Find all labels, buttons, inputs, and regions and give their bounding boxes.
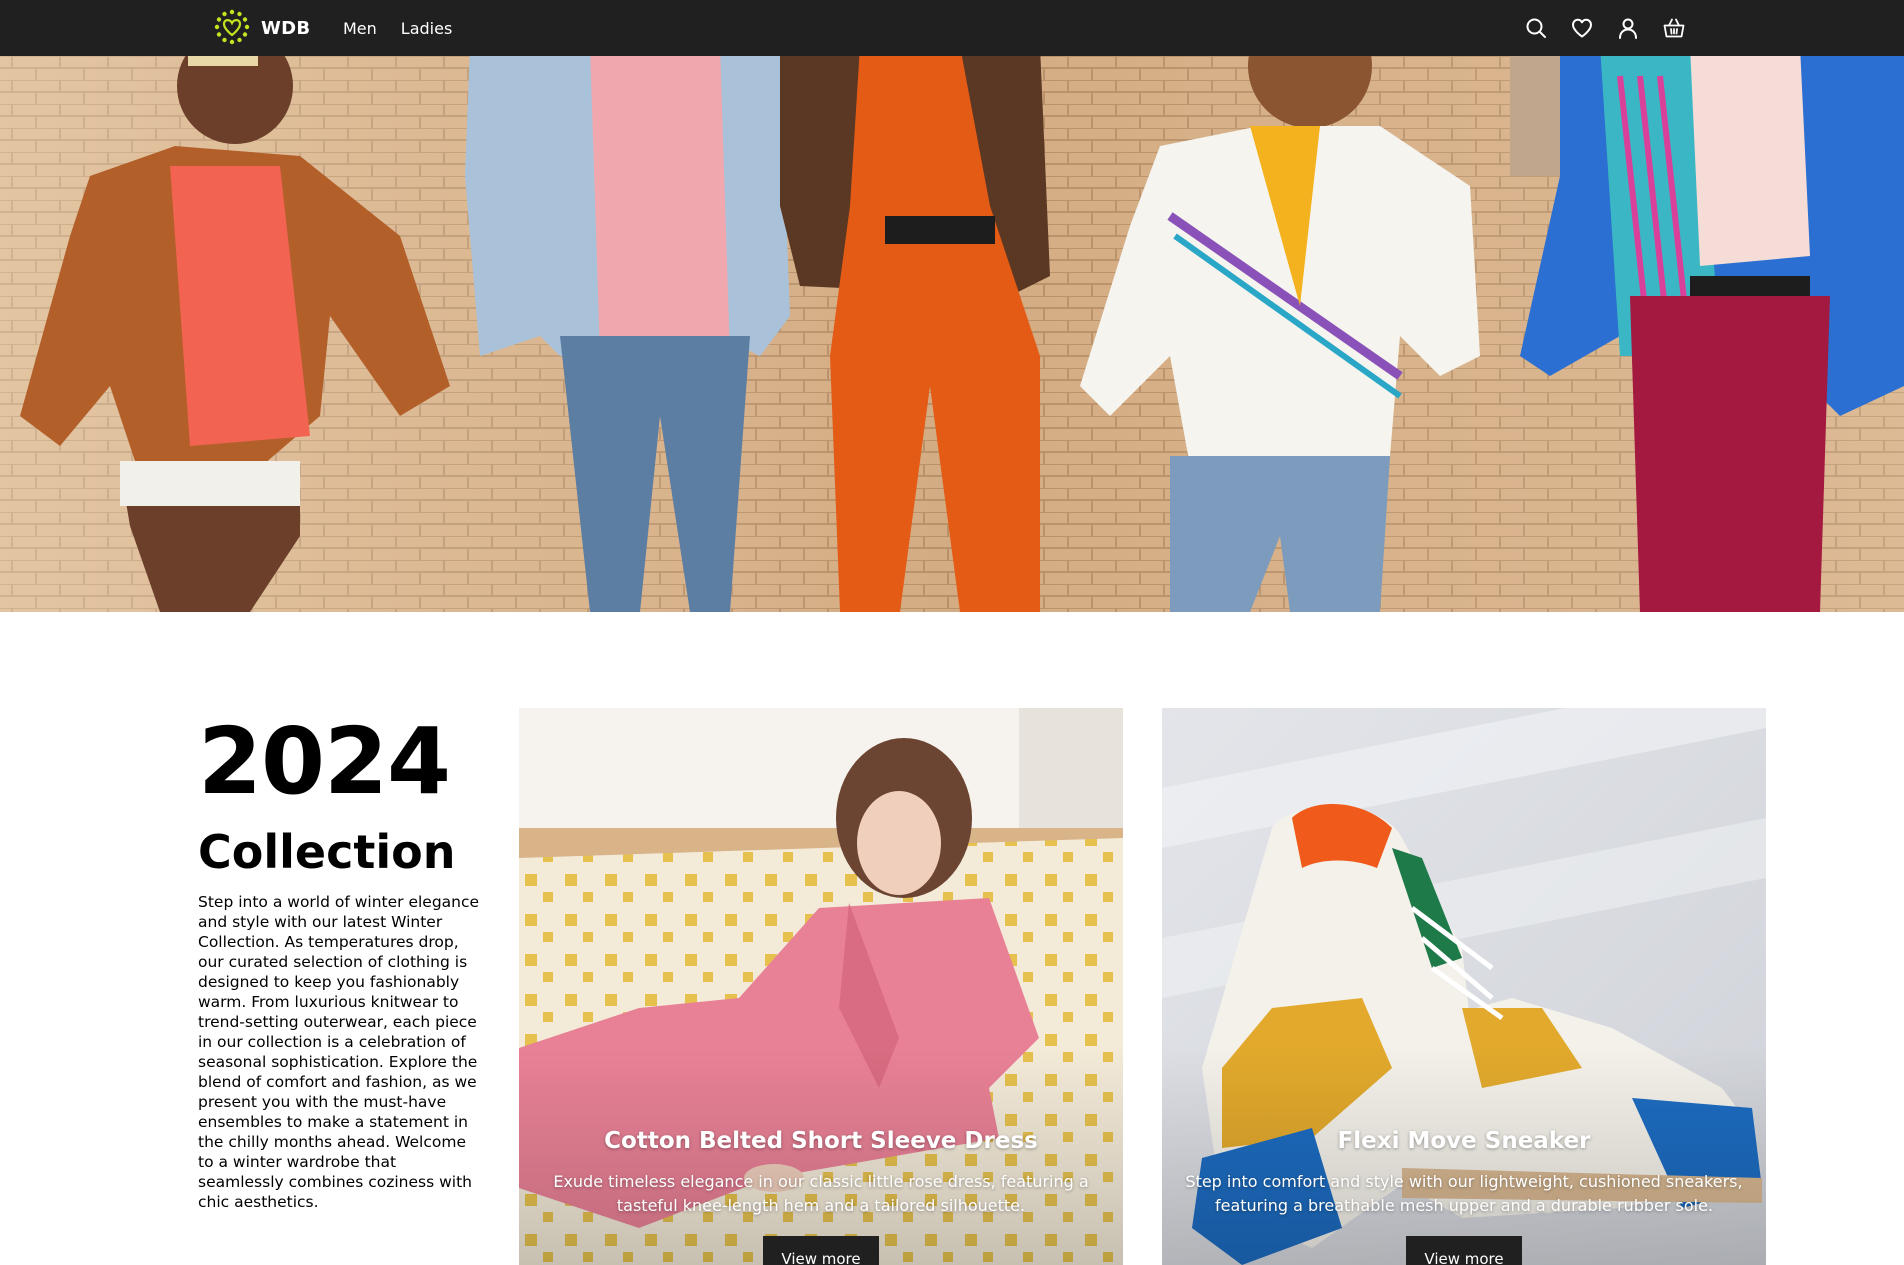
view-more-button[interactable]: View more bbox=[1406, 1236, 1522, 1265]
basket-icon bbox=[1663, 18, 1685, 38]
hero-banner bbox=[0, 56, 1904, 612]
hero-image bbox=[0, 56, 1904, 612]
brand-name: WDB bbox=[261, 17, 311, 39]
card-content: Flexi Move Sneaker Step into comfort and… bbox=[1162, 1126, 1766, 1265]
view-more-button[interactable]: View more bbox=[763, 1236, 879, 1265]
collection-year: 2024 bbox=[198, 708, 451, 815]
product-card-sneaker: Flexi Move Sneaker Step into comfort and… bbox=[1162, 708, 1766, 1265]
collection-intro: 2024 Collection Step into a world of win… bbox=[198, 712, 480, 1212]
cart-button[interactable] bbox=[1660, 14, 1688, 42]
logo-icon bbox=[214, 9, 250, 45]
product-title: Flexi Move Sneaker bbox=[1337, 1128, 1591, 1154]
search-icon bbox=[1526, 18, 1546, 38]
card-content: Cotton Belted Short Sleeve Dress Exude t… bbox=[519, 1126, 1123, 1265]
collection-description: Step into a world of winter elegance and… bbox=[198, 893, 480, 1211]
product-card-dress: Cotton Belted Short Sleeve Dress Exude t… bbox=[519, 708, 1123, 1265]
account-button[interactable] bbox=[1614, 14, 1642, 42]
search-button[interactable] bbox=[1522, 14, 1550, 42]
product-title: Cotton Belted Short Sleeve Dress bbox=[604, 1128, 1038, 1154]
collection-title: Collection bbox=[198, 825, 456, 879]
wishlist-button[interactable] bbox=[1568, 14, 1596, 42]
heart-icon bbox=[1572, 18, 1592, 38]
product-description: Exude timeless elegance in our classic l… bbox=[553, 1172, 1089, 1215]
brand-logo[interactable]: WDB bbox=[212, 8, 310, 48]
main-nav: Men Ladies bbox=[343, 0, 476, 56]
nav-link-ladies[interactable]: Ladies bbox=[401, 19, 453, 38]
header-actions bbox=[1504, 0, 1688, 56]
top-navigation-bar: WDB Men Ladies bbox=[0, 0, 1904, 56]
user-icon bbox=[1619, 18, 1637, 39]
product-description: Step into comfort and style with our lig… bbox=[1185, 1172, 1743, 1215]
nav-link-men[interactable]: Men bbox=[343, 19, 377, 38]
